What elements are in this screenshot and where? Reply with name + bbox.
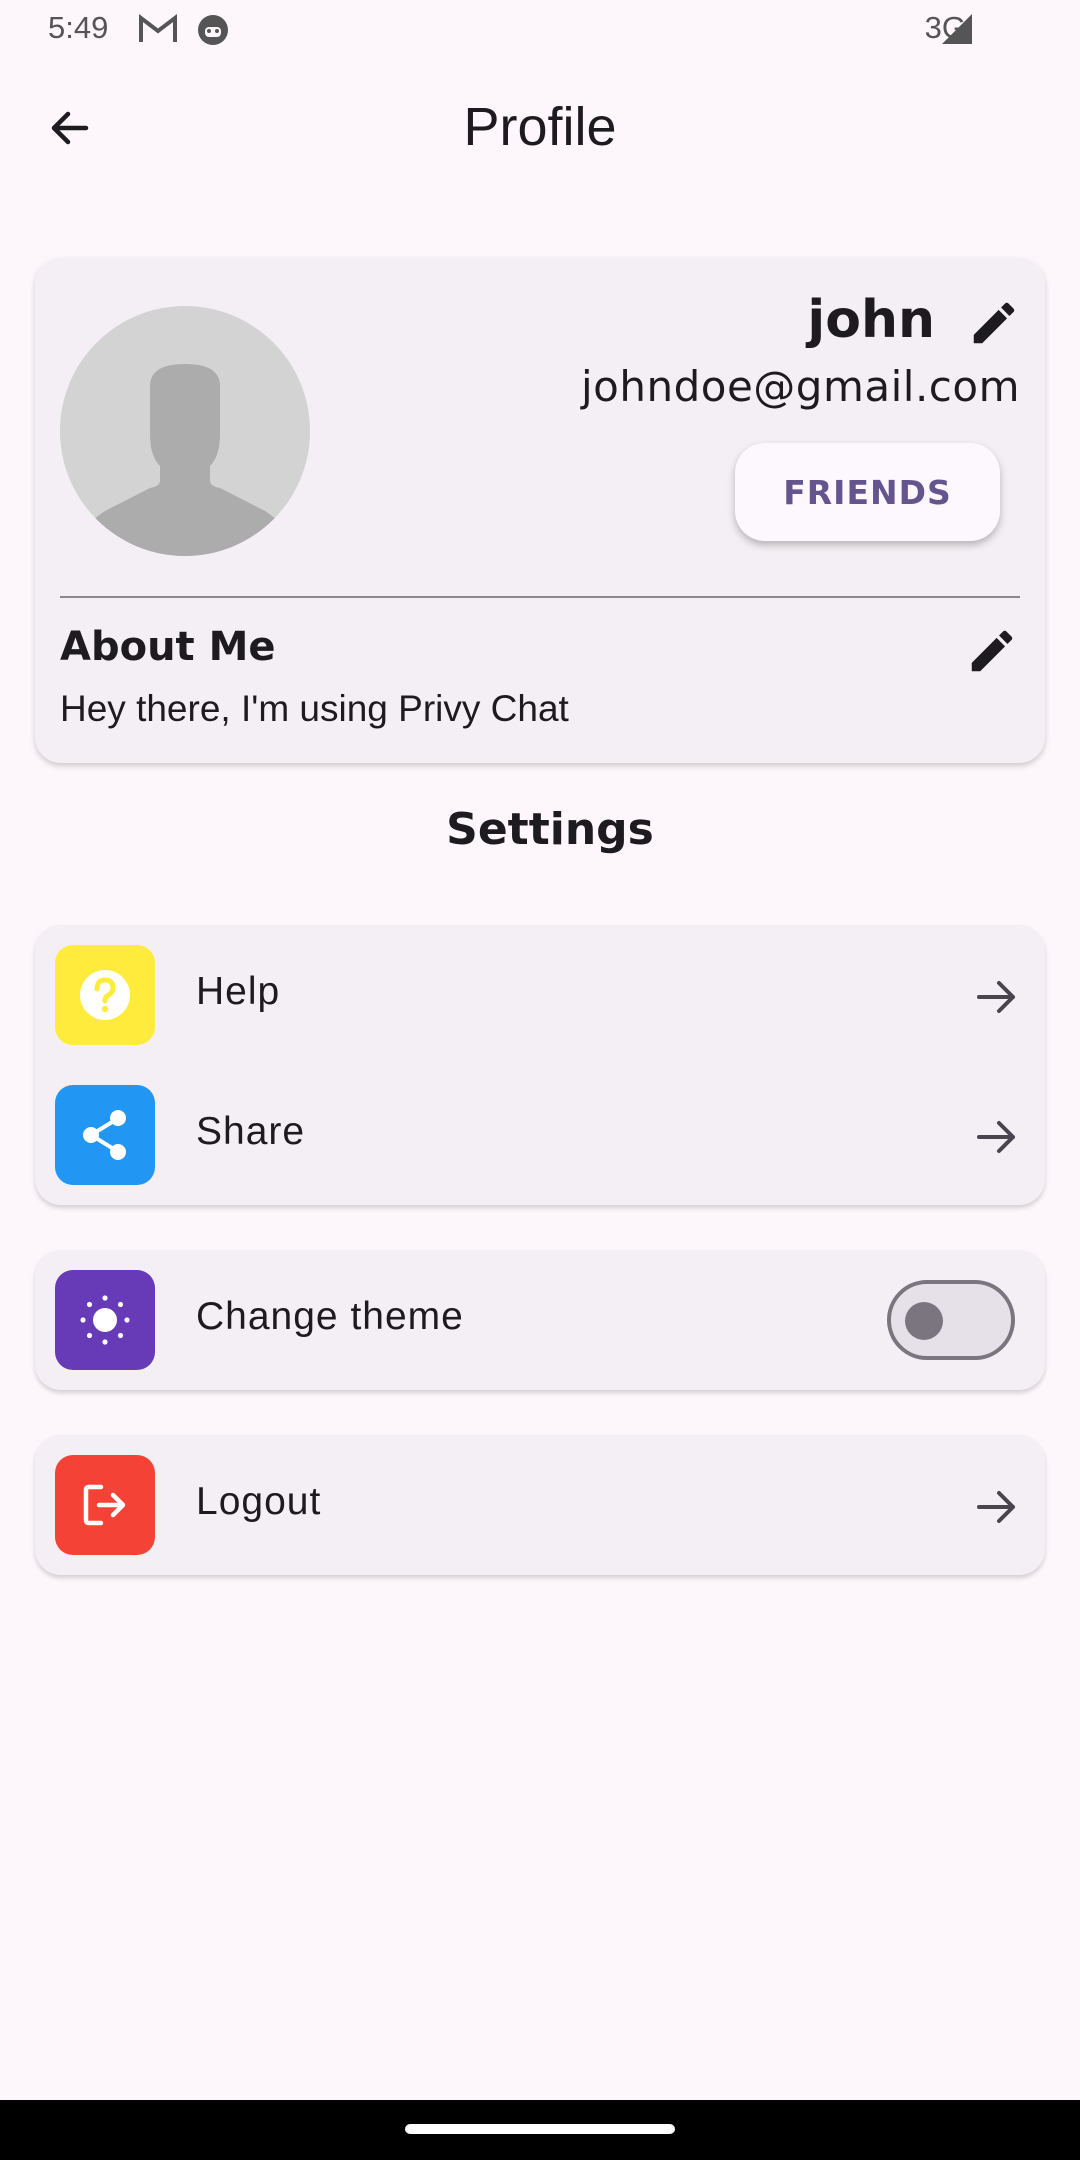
status-bar: 5:49 3G xyxy=(0,0,1080,60)
settings-item-label: Logout xyxy=(196,1480,322,1523)
settings-item-label: Change theme xyxy=(196,1295,464,1338)
settings-card-general: Help Share xyxy=(35,925,1045,1205)
avatar[interactable] xyxy=(60,306,310,556)
gmail-icon xyxy=(138,12,178,50)
status-time: 5:49 xyxy=(48,10,109,45)
toggle-knob xyxy=(905,1302,943,1340)
settings-card-logout: Logout xyxy=(35,1435,1045,1575)
edit-about-button[interactable] xyxy=(965,624,1019,682)
settings-item-change-theme: Change theme xyxy=(35,1250,1045,1390)
settings-item-share[interactable]: Share xyxy=(35,1065,1045,1205)
logout-icon xyxy=(55,1455,155,1555)
settings-title: Settings xyxy=(446,804,654,855)
android-debug-icon xyxy=(195,12,231,52)
help-icon xyxy=(55,945,155,1045)
settings-item-label: Share xyxy=(196,1110,306,1153)
theme-toggle[interactable] xyxy=(887,1280,1015,1360)
edit-icon xyxy=(967,302,1021,354)
home-gesture-handle[interactable] xyxy=(405,2124,675,2134)
arrow-forward-icon xyxy=(975,1115,1019,1159)
sun-icon xyxy=(55,1270,155,1370)
settings-item-logout[interactable]: Logout xyxy=(35,1435,1045,1575)
page-title: Profile xyxy=(463,97,617,157)
about-title: About Me xyxy=(60,624,276,670)
divider xyxy=(60,596,1020,598)
settings-item-label: Help xyxy=(196,970,281,1013)
arrow-forward-icon xyxy=(975,1485,1019,1529)
share-icon xyxy=(55,1085,155,1185)
settings-item-help[interactable]: Help xyxy=(35,925,1045,1065)
profile-card: john johndoe@gmail.com FRIENDS About Me … xyxy=(35,258,1045,763)
edit-icon xyxy=(965,630,1019,682)
system-nav-bar xyxy=(0,2100,1080,2160)
about-text: Hey there, I'm using Privy Chat xyxy=(60,688,569,729)
email: johndoe@gmail.com xyxy=(581,362,1020,411)
friends-button[interactable]: FRIENDS xyxy=(735,443,1000,541)
signal-icon xyxy=(940,12,974,50)
person-placeholder-icon xyxy=(80,364,290,556)
username: john xyxy=(807,290,935,350)
settings-card-theme: Change theme xyxy=(35,1250,1045,1390)
arrow-forward-icon xyxy=(975,975,1019,1019)
edit-name-button[interactable] xyxy=(967,296,1021,354)
